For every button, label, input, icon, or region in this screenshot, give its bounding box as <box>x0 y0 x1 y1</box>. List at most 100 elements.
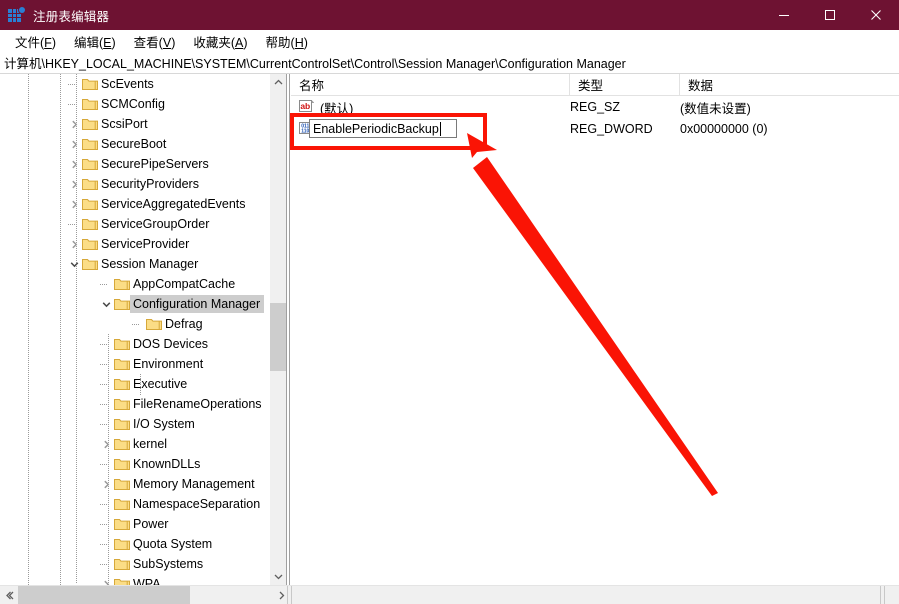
tree-item-knowndlls[interactable]: KnownDLLs <box>0 454 268 474</box>
tree-item-label: ServiceAggregatedEvents <box>101 197 246 211</box>
tree-item-label: ScsiPort <box>101 117 148 131</box>
tree-item-secureboot[interactable]: SecureBoot <box>0 134 268 154</box>
tree-item-label: I/O System <box>133 417 195 431</box>
folder-icon <box>82 217 98 231</box>
tree-item-appcompatcache[interactable]: AppCompatCache <box>0 274 268 294</box>
close-icon[interactable] <box>853 0 899 30</box>
column-header-name[interactable]: 名称 <box>291 74 570 95</box>
tree-item-label: WPA <box>133 577 161 585</box>
tree-item-servicegrouporder[interactable]: ServiceGroupOrder <box>0 214 268 234</box>
tree-item-label: SubSystems <box>133 557 204 571</box>
tree-item-dos-devices[interactable]: DOS Devices <box>0 334 268 354</box>
chevron-right-icon[interactable] <box>98 434 114 454</box>
maximize-icon[interactable] <box>807 0 853 30</box>
registry-editor-window: 注册表编辑器 文件(F) 编辑(E) 查看(V) 收藏夹(A) 帮助(H) 计算… <box>0 0 899 604</box>
value-type-cell: REG_DWORD <box>570 122 653 136</box>
minimize-icon[interactable] <box>761 0 807 30</box>
chevron-right-icon[interactable] <box>98 474 114 494</box>
tree-item-label: SecureBoot <box>101 137 167 151</box>
values-column-header: 名称 类型 数据 <box>291 74 899 96</box>
folder-icon <box>114 537 130 551</box>
svg-text:ab: ab <box>300 101 310 111</box>
scroll-left-arrow[interactable] <box>0 586 18 604</box>
folder-icon <box>114 337 130 351</box>
folder-icon <box>114 477 130 491</box>
tree-item-scsiport[interactable]: ScsiPort <box>0 114 268 134</box>
tree-item-label: DOS Devices <box>133 337 209 351</box>
scroll-up-arrow[interactable] <box>270 74 287 91</box>
tree-item-i-o-system[interactable]: I/O System <box>0 414 268 434</box>
value-rename-input[interactable]: EnablePeriodicBackup <box>309 119 457 138</box>
panel-splitter[interactable] <box>286 74 290 585</box>
menu-favorites[interactable]: 收藏夹(A) <box>184 30 256 53</box>
chevron-right-icon[interactable] <box>98 574 114 585</box>
tree-guide-stub <box>100 384 108 385</box>
tree-guide-stub <box>132 324 140 325</box>
column-header-type[interactable]: 类型 <box>570 74 680 95</box>
tree-item-label: Memory Management <box>133 477 255 491</box>
tree-item-filerenameoperations[interactable]: FileRenameOperations <box>0 394 268 414</box>
folder-icon <box>114 417 130 431</box>
tree-item-scevents[interactable]: ScEvents <box>0 74 268 94</box>
menu-file[interactable]: 文件(F) <box>6 30 65 53</box>
chevron-down-icon[interactable] <box>98 294 114 314</box>
chevron-right-icon[interactable] <box>66 174 82 194</box>
chevron-right-icon[interactable] <box>66 114 82 134</box>
folder-icon <box>146 317 162 331</box>
chevron-right-icon[interactable] <box>66 154 82 174</box>
chevron-down-icon[interactable] <box>66 254 82 274</box>
tree-item-environment[interactable]: Environment <box>0 354 268 374</box>
tree-item-configuration-manager[interactable]: Configuration Manager <box>0 294 268 314</box>
chevron-right-icon[interactable] <box>66 234 82 254</box>
table-row[interactable]: 011 110 EnablePeriodicBackup REG_DWORD 0… <box>291 118 899 140</box>
tree-item-label: Executive <box>133 377 188 391</box>
tree-item-namespaceseparation[interactable]: NamespaceSeparation <box>0 494 268 514</box>
table-row[interactable]: ab (默认) REG_SZ (数值未设置) <box>291 96 899 118</box>
folder-icon <box>82 137 98 151</box>
tree-item-securityproviders[interactable]: SecurityProviders <box>0 174 268 194</box>
tree-item-executive[interactable]: Executive <box>0 374 268 394</box>
registry-path: 计算机\HKEY_LOCAL_MACHINE\SYSTEM\CurrentCon… <box>4 57 626 71</box>
menu-bar: 文件(F) 编辑(E) 查看(V) 收藏夹(A) 帮助(H) <box>0 30 899 52</box>
tree-item-power[interactable]: Power <box>0 514 268 534</box>
tree-item-serviceprovider[interactable]: ServiceProvider <box>0 234 268 254</box>
menu-view[interactable]: 查看(V) <box>125 30 185 53</box>
tree-item-securepipeservers[interactable]: SecurePipeServers <box>0 154 268 174</box>
value-rename-text: EnablePeriodicBackup <box>313 121 439 136</box>
scroll-down-arrow[interactable] <box>270 568 287 585</box>
tree-item-label: Power <box>133 517 169 531</box>
menu-edit[interactable]: 编辑(E) <box>65 30 125 53</box>
tree-item-subsystems[interactable]: SubSystems <box>0 554 268 574</box>
folder-icon <box>82 257 98 271</box>
tree-horizontal-scrollbar[interactable] <box>0 585 899 604</box>
chevron-right-icon[interactable] <box>66 194 82 214</box>
column-header-data[interactable]: 数据 <box>680 74 899 95</box>
tree-scroll-thumb[interactable] <box>270 303 287 371</box>
tree-item-label: SecurePipeServers <box>101 157 209 171</box>
folder-icon <box>114 277 130 291</box>
tree-item-scmconfig[interactable]: SCMConfig <box>0 94 268 114</box>
tree-item-serviceaggregatedevents[interactable]: ServiceAggregatedEvents <box>0 194 268 214</box>
tree-item-memory-management[interactable]: Memory Management <box>0 474 268 494</box>
registry-editor-icon <box>8 7 25 23</box>
address-bar[interactable]: 计算机\HKEY_LOCAL_MACHINE\SYSTEM\CurrentCon… <box>0 52 899 74</box>
folder-icon <box>82 197 98 211</box>
chevron-right-icon[interactable] <box>66 134 82 154</box>
folder-icon <box>82 117 98 131</box>
tree-item-session-manager[interactable]: Session Manager <box>0 254 268 274</box>
horizontal-scroll-thumb[interactable] <box>18 586 190 604</box>
tree-item-label: ScEvents <box>101 77 154 91</box>
tree-item-kernel[interactable]: kernel <box>0 434 268 454</box>
value-name-cell[interactable]: ab (默认) <box>291 96 570 118</box>
tree-item-wpa[interactable]: WPA <box>0 574 268 585</box>
value-name-text: (默认) <box>320 101 354 116</box>
tree-guide-stub <box>100 544 108 545</box>
tree-item-quota-system[interactable]: Quota System <box>0 534 268 554</box>
tree-vertical-scrollbar[interactable] <box>269 74 287 585</box>
tree-guide-stub <box>68 84 76 85</box>
folder-icon <box>82 237 98 251</box>
tree-item-defrag[interactable]: Defrag <box>0 314 268 334</box>
menu-help[interactable]: 帮助(H) <box>257 30 317 53</box>
value-name-cell[interactable]: 011 110 EnablePeriodicBackup <box>291 118 570 140</box>
tree-guide-stub <box>100 404 108 405</box>
